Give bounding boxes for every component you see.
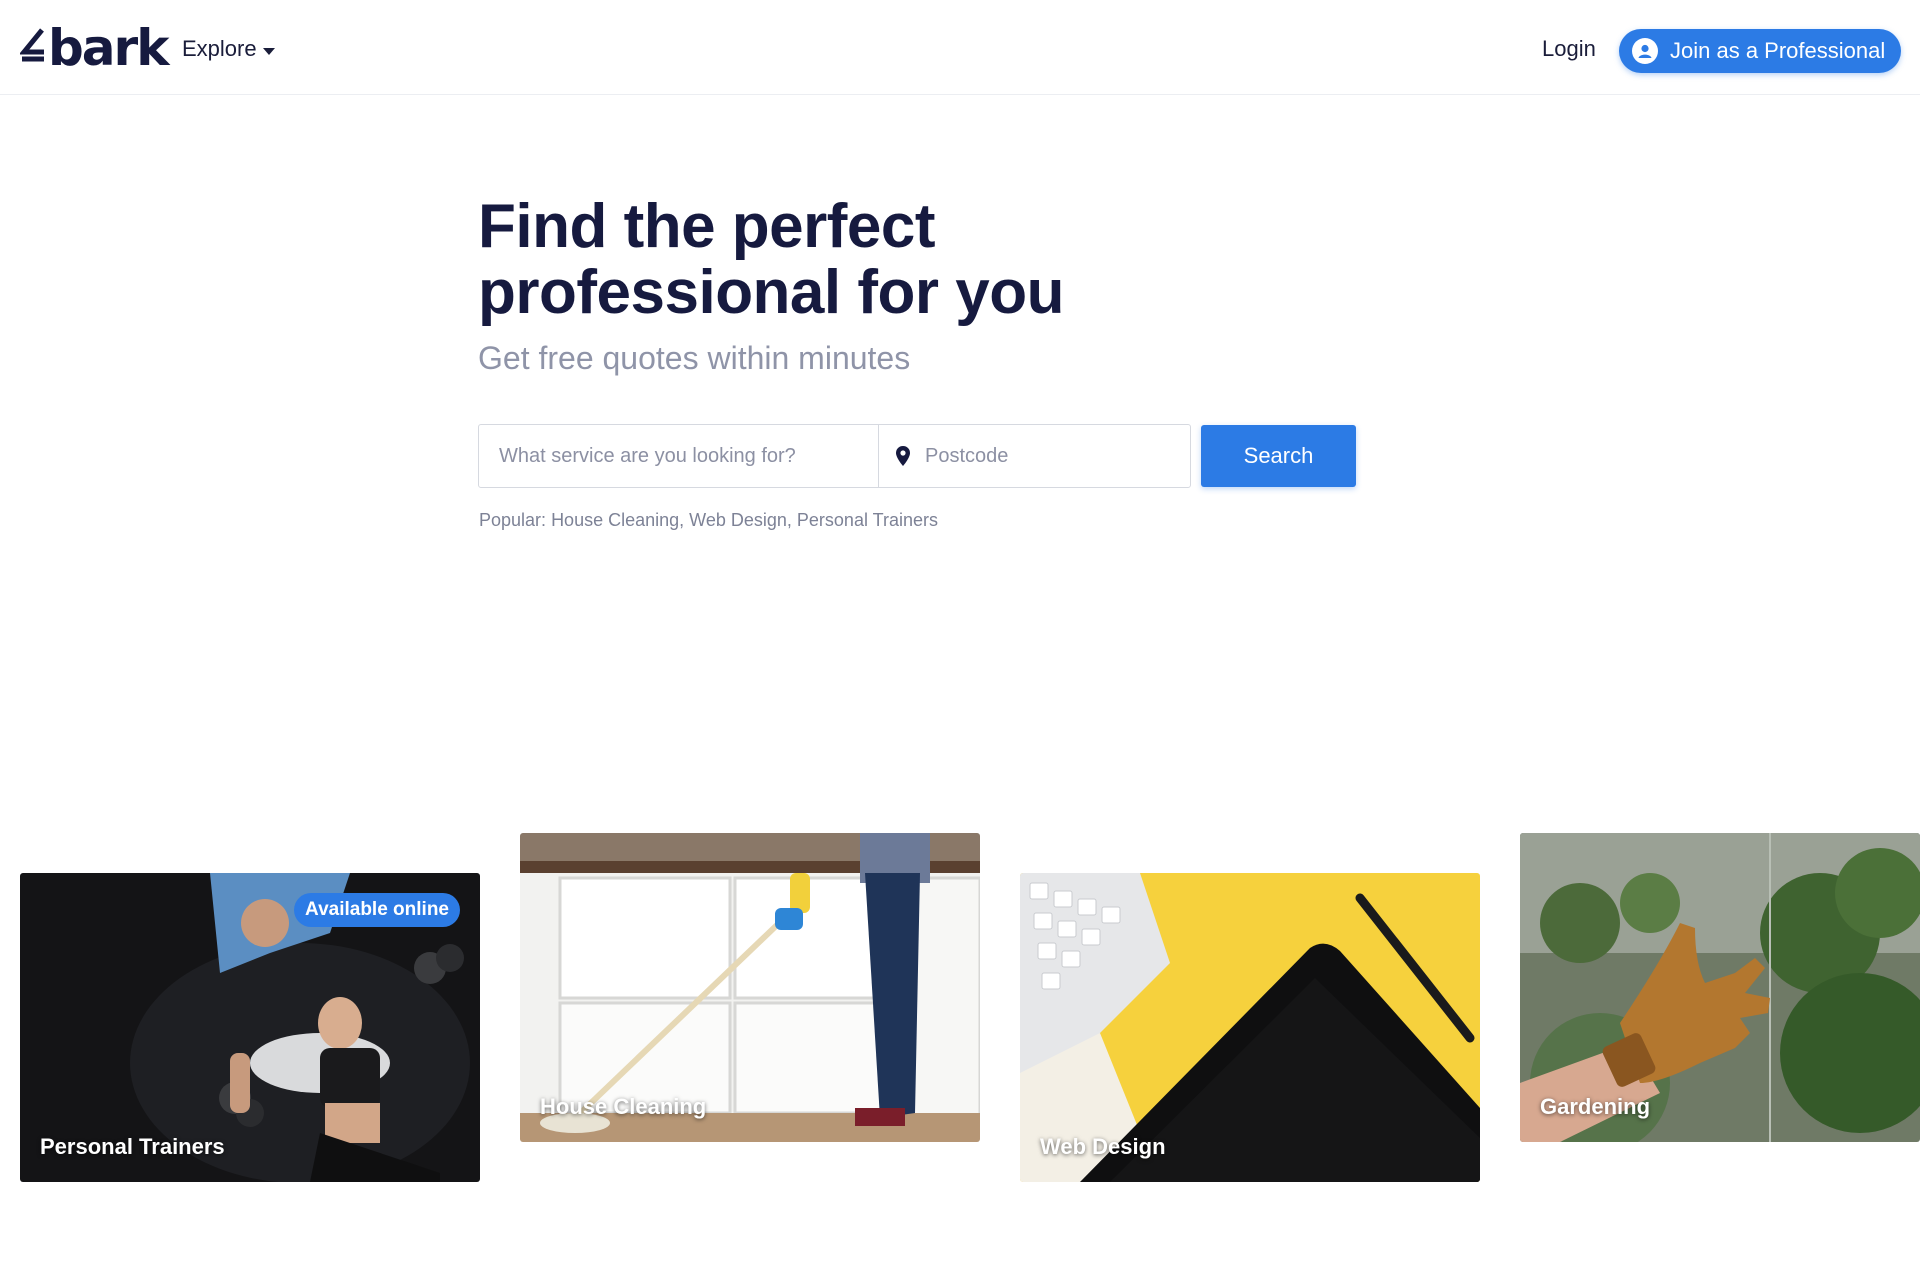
search-form <box>478 424 1191 488</box>
search-button[interactable]: Search <box>1201 425 1356 487</box>
explore-label: Explore <box>182 36 257 61</box>
popular-link-personal-trainers[interactable]: Personal Trainers <box>797 510 938 530</box>
popular-link-house-cleaning[interactable]: House Cleaning <box>551 510 679 530</box>
chevron-down-icon <box>262 47 275 55</box>
category-card-web-design[interactable]: Web Design <box>1020 873 1480 1182</box>
popular-link-web-design[interactable]: Web Design <box>689 510 787 530</box>
location-pin-icon <box>896 446 910 466</box>
top-nav-bar: bark Explore Login Join as a Professiona… <box>0 0 1920 95</box>
postcode-field[interactable] <box>879 425 1190 487</box>
service-search-input[interactable] <box>479 425 879 487</box>
available-online-badge: Available online <box>294 893 460 927</box>
title-line-2: professional for you <box>478 258 1064 327</box>
join-label: Join as a Professional <box>1670 38 1886 63</box>
bark-logo-icon <box>20 28 44 62</box>
card-label: House Cleaning <box>540 1094 707 1119</box>
logo-text: bark <box>48 19 169 77</box>
join-as-professional-button[interactable]: Join as a Professional <box>1619 29 1901 73</box>
card-label: Personal Trainers <box>40 1134 225 1159</box>
bark-logo[interactable]: bark <box>20 19 169 77</box>
postcode-input[interactable] <box>911 425 1190 487</box>
card-label: Gardening <box>1540 1094 1651 1119</box>
popular-prefix: Popular: <box>479 510 547 530</box>
category-card-house-cleaning[interactable]: House Cleaning <box>520 833 980 1142</box>
popular-searches: Popular: House Cleaning, Web Design, Per… <box>479 510 938 530</box>
explore-menu[interactable]: Explore <box>182 36 275 62</box>
page-title: Find the perfect professional for you <box>478 194 1238 326</box>
user-icon <box>1632 38 1658 64</box>
page-subtitle: Get free quotes within minutes <box>478 340 911 376</box>
card-label: Web Design <box>1040 1134 1166 1159</box>
category-card-personal-trainers[interactable]: Available online Personal Trainers <box>20 873 480 1182</box>
login-link[interactable]: Login <box>1542 36 1596 62</box>
title-line-1: Find the perfect <box>478 192 936 261</box>
category-card-gardening[interactable]: Gardening <box>1520 833 1920 1142</box>
